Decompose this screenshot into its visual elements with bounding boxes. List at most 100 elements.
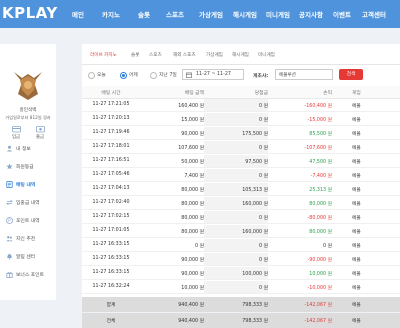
summary-bet: 940,400 원 bbox=[178, 319, 204, 324]
cell-win-amount: 0 원 bbox=[259, 146, 268, 151]
cell-profit: -160,400 원 bbox=[304, 104, 332, 109]
summary-win: 798,333 원 bbox=[242, 319, 268, 324]
filter-last7days-radio[interactable]: 지난 7일 bbox=[150, 71, 177, 79]
cell-game: 에볼 bbox=[352, 272, 361, 277]
sidebar-item-points[interactable]: P 포인트 내역 bbox=[6, 216, 56, 226]
filter-yesterday-radio[interactable]: 어제 bbox=[120, 71, 146, 79]
cell-bet-amount: 10,000 원 bbox=[181, 286, 204, 291]
sidebar-item-referral[interactable]: 지인 추천 bbox=[6, 234, 56, 244]
filter-today-radio[interactable]: 오늘 bbox=[88, 71, 114, 79]
cell-profit: 25,313 원 bbox=[309, 188, 332, 193]
cell-game: 에볼 bbox=[352, 216, 361, 221]
sidebar-item-betting-history[interactable]: 배팅 내역 bbox=[6, 180, 56, 190]
nav-item-casino[interactable]: 카지노 bbox=[102, 9, 120, 19]
cell-bet-amount: 15,000 원 bbox=[181, 118, 204, 123]
game-provider-label: 게조사: bbox=[253, 74, 269, 79]
cell-profit: 85,500 원 bbox=[309, 132, 332, 137]
cell-win-amount: 0 원 bbox=[259, 104, 268, 109]
withdraw-icon bbox=[35, 126, 45, 133]
tab-sports[interactable]: 스포츠 bbox=[149, 52, 162, 58]
referral-icon bbox=[6, 236, 13, 242]
cell-bet-time: 11-27 17:21:05 bbox=[92, 102, 130, 107]
cell-bet-time: 11-27 17:01:05 bbox=[92, 228, 130, 233]
cell-profit: 47,500 원 bbox=[309, 160, 332, 165]
deposit-button[interactable]: 입금 bbox=[6, 125, 26, 140]
cell-win-amount: 0 원 bbox=[259, 118, 268, 123]
cell-bet-amount: 107,600 원 bbox=[178, 146, 204, 151]
withdraw-button[interactable]: 출금 bbox=[30, 125, 50, 140]
nav-item-virtual[interactable]: 가상게임 bbox=[199, 9, 223, 19]
table-row: 11-27 17:21:05 160,400 원 0 원 -160,400 원 에볼 bbox=[82, 99, 400, 112]
nav-item-home[interactable]: 메인 bbox=[72, 9, 84, 19]
tab-hash[interactable]: 해시게임 bbox=[232, 52, 249, 58]
cell-bet-time: 11-27 17:04:13 bbox=[92, 186, 130, 191]
tab-overseas-sports[interactable]: 해외 스포츠 bbox=[173, 52, 196, 58]
table-row: 11-27 17:02:40 80,000 원 160,000 원 80,000 원 에… bbox=[82, 197, 400, 210]
cell-win-amount: 97,500 원 bbox=[245, 160, 268, 165]
cell-bet-amount: 80,000 원 bbox=[181, 216, 204, 221]
cell-bet-amount: 90,000 원 bbox=[181, 272, 204, 277]
sidebar-item-bonus[interactable]: 보너스 포인트 bbox=[6, 270, 56, 280]
cell-profit: 80,000 원 bbox=[309, 202, 332, 207]
table-header-row: 배팅 시간 배팅 금액 당첨금 손익 게임 bbox=[82, 86, 400, 99]
tab-divider bbox=[82, 64, 400, 65]
mypage-sidebar: 홍민석백 가입일로부터 812일 경과 입금 출금 내 정보 회원등급 배팅 내… bbox=[0, 44, 56, 300]
game-category-tabs: 라이브 카지노 슬롯 스포츠 해외 스포츠 가상게임 해시게임 미니게임 bbox=[82, 52, 400, 62]
tab-mini[interactable]: 미니게임 bbox=[258, 52, 275, 58]
cell-profit: -80,000 원 bbox=[307, 216, 332, 221]
tab-live-casino[interactable]: 라이브 카지노 bbox=[90, 52, 117, 58]
betting-history-table: 배팅 시간 배팅 금액 당첨금 손익 게임 11-27 17:21:05 160,… bbox=[82, 86, 400, 328]
date-filter-bar: 오늘 어제 지난 7일 11-27 ~ 11-27 게조사: 에볼루션 검색 bbox=[82, 68, 400, 82]
nav-item-notice[interactable]: 공지사항 bbox=[299, 9, 323, 19]
point-icon: P bbox=[6, 217, 13, 224]
cell-game: 에볼 bbox=[352, 244, 361, 249]
cell-game: 에볼 bbox=[352, 160, 361, 165]
cell-profit: -107,600 원 bbox=[304, 146, 332, 151]
cell-bet-amount: 90,000 원 bbox=[181, 132, 204, 137]
table-row: 11-27 17:05:46 7,400 원 0 원 -7,400 원 에볼 bbox=[82, 169, 400, 182]
table-row: 11-27 16:33:15 90,000 원 100,000 원 10,000 원 에… bbox=[82, 267, 400, 280]
game-provider-select[interactable]: 에볼루션 bbox=[275, 69, 333, 80]
cell-win-amount: 160,000 원 bbox=[242, 202, 268, 207]
cell-game: 에볼 bbox=[352, 132, 361, 137]
cell-game: 에볼 bbox=[352, 104, 361, 109]
cell-game: 에볼 bbox=[352, 286, 361, 291]
deposit-icon bbox=[11, 126, 21, 133]
sidebar-item-notifications[interactable]: 알림 센터 bbox=[6, 252, 56, 262]
sidebar-item-rank[interactable]: 회원등급 bbox=[6, 162, 56, 172]
table-row: 11-27 17:02:15 80,000 원 0 원 -80,000 원 에볼 bbox=[82, 211, 400, 224]
summary-label: 합계 bbox=[106, 303, 116, 308]
nav-item-slot[interactable]: 슬롯 bbox=[138, 9, 150, 19]
summary-profit: -142,067 원 bbox=[304, 303, 332, 308]
date-range-input[interactable]: 11-27 ~ 11-27 bbox=[182, 69, 244, 80]
cell-win-amount: 100,000 원 bbox=[242, 272, 268, 277]
header-profit: 손익 bbox=[323, 91, 332, 96]
nav-item-event[interactable]: 이벤트 bbox=[333, 9, 351, 19]
cell-win-amount: 160,000 원 bbox=[242, 230, 268, 235]
cell-win-amount: 0 원 bbox=[259, 258, 268, 263]
main-nav: 메인 카지노 슬롯 스포츠 가상게임 해시게임 미니게임 공지사항 이벤트 고객… bbox=[0, 0, 400, 28]
sidebar-item-transactions[interactable]: 입출금 내역 bbox=[6, 198, 56, 208]
cell-bet-time: 11-27 17:02:15 bbox=[92, 214, 130, 219]
nav-item-support[interactable]: 고객센터 bbox=[362, 9, 386, 19]
nav-item-hash[interactable]: 해시게임 bbox=[233, 9, 257, 19]
cell-bet-time: 11-27 16:33:15 bbox=[92, 270, 130, 275]
betting-history-panel: 라이브 카지노 슬롯 스포츠 해외 스포츠 가상게임 해시게임 미니게임 오늘 … bbox=[82, 44, 400, 328]
cell-profit: -15,000 원 bbox=[307, 118, 332, 123]
subtotal-row: 합계 940,400 원 798,333 원 -142,067 원 에볼 bbox=[82, 297, 400, 312]
cell-win-amount: 0 원 bbox=[259, 216, 268, 221]
top-navigation-bar: KPLAY 메인 카지노 슬롯 스포츠 가상게임 해시게임 미니게임 공지사항 … bbox=[0, 0, 400, 28]
tab-virtual[interactable]: 가상게임 bbox=[206, 52, 223, 58]
summary-game: 에볼 bbox=[352, 303, 361, 308]
sidebar-item-my-info[interactable]: 내 정보 bbox=[6, 144, 56, 154]
cell-bet-amount: 160,400 원 bbox=[178, 104, 204, 109]
cell-win-amount: 0 원 bbox=[259, 286, 268, 291]
nav-item-mini[interactable]: 미니게임 bbox=[266, 9, 290, 19]
cell-bet-amount: 90,000 원 bbox=[181, 258, 204, 263]
transaction-icon bbox=[6, 199, 13, 206]
tab-slot[interactable]: 슬롯 bbox=[131, 52, 139, 58]
nav-item-sports[interactable]: 스포츠 bbox=[166, 9, 184, 19]
search-button[interactable]: 검색 bbox=[339, 69, 363, 80]
betting-history-icon bbox=[6, 181, 13, 188]
cell-game: 에볼 bbox=[352, 230, 361, 235]
